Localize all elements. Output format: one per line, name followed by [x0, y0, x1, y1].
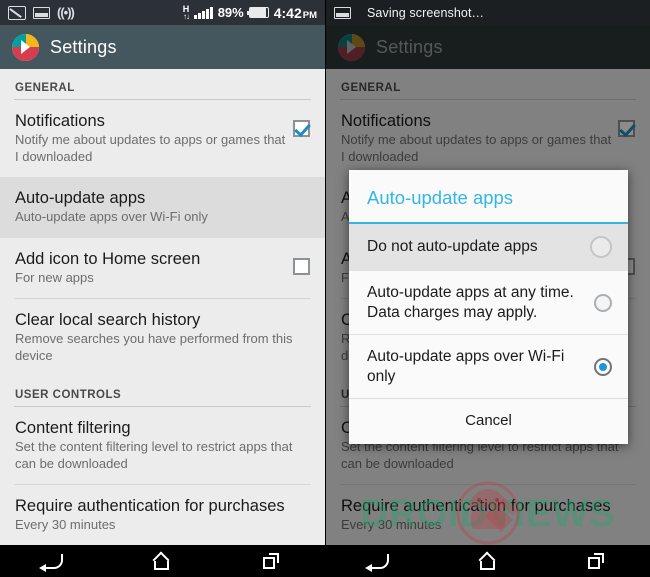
screenshot-icon	[33, 6, 50, 19]
dialog-option-any-time[interactable]: Auto-update apps at any time. Data charg…	[349, 271, 628, 334]
signal-strength-icon	[194, 6, 213, 19]
home-icon	[153, 553, 171, 570]
add-icon-checkbox[interactable]	[293, 257, 310, 275]
page-title: Settings	[50, 36, 117, 57]
google-play-icon	[12, 33, 39, 61]
setting-row-require-authentication[interactable]: Require authentication for purchases Eve…	[0, 485, 325, 545]
row-subtitle: Remove searches you have performed from …	[15, 331, 293, 363]
dialog-option-label: Auto-update apps at any time. Data charg…	[367, 284, 574, 321]
saving-screenshot-label: Saving screenshot…	[367, 5, 485, 20]
clock-meridiem: PM	[302, 9, 317, 21]
row-text-block: Content filtering Set the content filter…	[15, 418, 310, 472]
recents-icon	[262, 553, 279, 569]
sdcard-icon	[8, 5, 26, 20]
row-subtitle: For new apps	[15, 269, 94, 285]
home-button[interactable]	[132, 545, 192, 577]
section-header-general: GENERAL	[15, 82, 75, 94]
dialog-option-do-not-auto-update[interactable]: Do not auto-update apps	[349, 224, 628, 270]
right-screen: Saving screenshot… Settings GENERAL Noti…	[325, 0, 650, 577]
row-subtitle: Every 30 minutes	[15, 517, 116, 532]
status-left-icons: ((•))	[0, 5, 75, 20]
row-text-block: Auto-update apps Auto-update apps over W…	[15, 188, 310, 226]
data-arrows-icon: ↑↓	[182, 11, 190, 21]
row-subtitle: Auto-update apps over Wi-Fi only	[15, 209, 208, 224]
clock-label: 4:42PM	[274, 5, 317, 21]
screenshot-icon	[334, 6, 351, 19]
left-navigation-bar[interactable]	[0, 545, 325, 577]
right-navigation-bar[interactable]	[326, 545, 650, 577]
row-title: Add icon to Home screen	[15, 249, 201, 268]
setting-row-notifications[interactable]: Notifications Notify me about updates to…	[0, 100, 325, 177]
left-status-bar: ((•)) H ↑↓ 89% 4:42PM	[0, 0, 325, 25]
section-header-user-controls: USER CONTROLS	[15, 389, 122, 401]
setting-row-content-filtering[interactable]: Content filtering Set the content filter…	[0, 407, 325, 484]
home-icon	[479, 553, 497, 570]
dialog-option-wifi-only[interactable]: Auto-update apps over Wi-Fi only	[349, 335, 628, 398]
left-app-bar: Settings	[0, 25, 325, 69]
row-subtitle: Set the content filtering level to restr…	[15, 439, 293, 471]
dual-screenshot-panel: ((•)) H ↑↓ 89% 4:42PM Settings GENERAL N…	[0, 0, 650, 577]
network-type-icon: H ↑↓	[182, 4, 190, 21]
home-button[interactable]	[458, 545, 518, 577]
status-left-icons: Saving screenshot…	[326, 6, 484, 20]
radio-do-not-auto-update[interactable]	[590, 236, 612, 258]
row-title: Clear local search history	[15, 311, 201, 329]
dialog-title: Auto-update apps	[349, 170, 628, 224]
status-right-icons: H ↑↓ 89% 4:42PM	[182, 4, 325, 21]
dialog-option-label: Auto-update apps over Wi-Fi only	[367, 348, 565, 385]
clock-time: 4:42	[273, 4, 302, 21]
row-title: Require authentication for purchases	[15, 497, 285, 515]
back-icon	[38, 553, 63, 572]
dialog-option-label: Do not auto-update apps	[367, 238, 538, 256]
battery-percent-label: 89%	[217, 5, 244, 20]
back-button[interactable]	[350, 545, 410, 577]
setting-row-clear-local-search-history[interactable]: Clear local search history Remove search…	[0, 299, 325, 376]
left-screen: ((•)) H ↑↓ 89% 4:42PM Settings GENERAL N…	[0, 0, 325, 577]
row-title: Content filtering	[15, 419, 131, 437]
back-icon	[364, 553, 389, 572]
row-title: Auto-update apps	[15, 189, 146, 207]
right-status-bar: Saving screenshot…	[326, 0, 650, 25]
recents-button[interactable]	[566, 545, 626, 577]
auto-update-apps-dialog[interactable]: Auto-update apps Do not auto-update apps…	[349, 170, 628, 444]
setting-row-add-icon-home-screen[interactable]: Add icon to Home screen For new apps	[0, 238, 325, 299]
recents-icon	[588, 553, 604, 569]
row-text-block: Add icon to Home screen For new apps	[15, 249, 293, 287]
radio-wifi-only[interactable]	[594, 357, 612, 376]
left-settings-list[interactable]: GENERAL Notifications Notify me about up…	[0, 69, 325, 545]
row-text-block: Require authentication for purchases Eve…	[15, 496, 310, 534]
radio-any-time[interactable]	[594, 293, 612, 312]
row-text-block: Notifications Notify me about updates to…	[15, 111, 293, 165]
notifications-checkbox[interactable]	[293, 120, 310, 137]
row-text-block: Clear local search history Remove search…	[15, 310, 310, 364]
row-subtitle: Notify me about updates to apps or games…	[15, 132, 286, 164]
cast-icon: ((•))	[57, 5, 75, 20]
row-title: Notifications	[15, 112, 105, 130]
battery-icon	[246, 7, 269, 18]
setting-row-auto-update-apps[interactable]: Auto-update apps Auto-update apps over W…	[0, 177, 325, 238]
dialog-cancel-button[interactable]: Cancel	[349, 398, 628, 444]
back-button[interactable]	[24, 545, 84, 577]
recents-button[interactable]	[241, 545, 301, 577]
